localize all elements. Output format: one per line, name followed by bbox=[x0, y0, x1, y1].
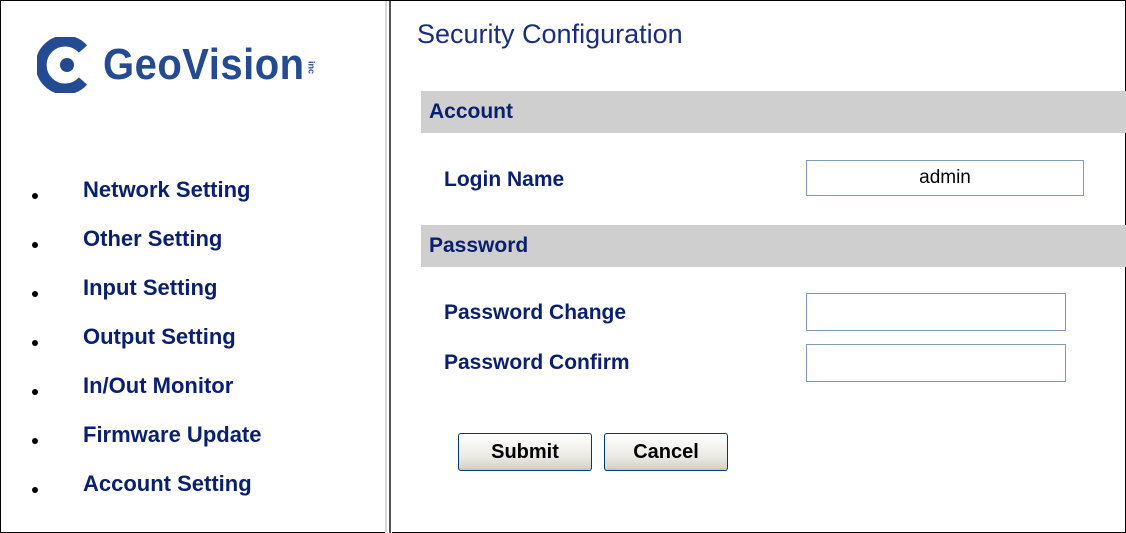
password-change-input[interactable] bbox=[806, 293, 1066, 331]
section-heading: Password bbox=[429, 234, 529, 257]
bullet-icon bbox=[32, 193, 38, 199]
section-header-password: Password bbox=[421, 225, 1126, 267]
submit-button[interactable]: Submit bbox=[458, 433, 592, 471]
bullet-icon bbox=[32, 242, 38, 248]
login-name-label: Login Name bbox=[444, 168, 565, 191]
main-content: Security Configuration Account Login Nam… bbox=[392, 1, 1126, 533]
sidebar-item-label[interactable]: Firmware Update bbox=[83, 422, 262, 448]
brand-name: GeoVision bbox=[103, 40, 305, 89]
brand-suffix: inc bbox=[306, 61, 317, 75]
page: GeoVision inc Network Setting Other Sett… bbox=[0, 0, 1126, 533]
password-confirm-input[interactable] bbox=[806, 344, 1066, 382]
cancel-button[interactable]: Cancel bbox=[604, 433, 728, 471]
sidebar-item-label[interactable]: Input Setting bbox=[83, 275, 217, 301]
section-heading: Account bbox=[429, 100, 513, 123]
bullet-icon bbox=[32, 291, 38, 297]
brand-logo: GeoVision inc bbox=[37, 29, 317, 101]
sidebar-item-label[interactable]: Account Setting bbox=[83, 471, 252, 497]
login-name-input[interactable] bbox=[806, 160, 1084, 196]
page-title: Security Configuration bbox=[417, 19, 683, 49]
sidebar-item-label[interactable]: Output Setting bbox=[83, 324, 236, 350]
sidebar-item-label[interactable]: Network Setting bbox=[83, 177, 250, 203]
bullet-icon bbox=[32, 438, 38, 444]
frame-divider[interactable] bbox=[385, 1, 392, 533]
section-header-account: Account bbox=[421, 91, 1126, 133]
sidebar-item-label[interactable]: In/Out Monitor bbox=[83, 373, 233, 399]
bullet-icon bbox=[32, 487, 38, 493]
sidebar-item-label[interactable]: Other Setting bbox=[83, 226, 222, 252]
password-change-label: Password Change bbox=[444, 301, 627, 324]
password-confirm-label: Password Confirm bbox=[444, 351, 630, 374]
bullet-icon bbox=[32, 340, 38, 346]
geovision-logo-icon bbox=[37, 37, 88, 93]
sidebar: GeoVision inc Network Setting Other Sett… bbox=[1, 1, 385, 533]
bullet-icon bbox=[32, 389, 38, 395]
